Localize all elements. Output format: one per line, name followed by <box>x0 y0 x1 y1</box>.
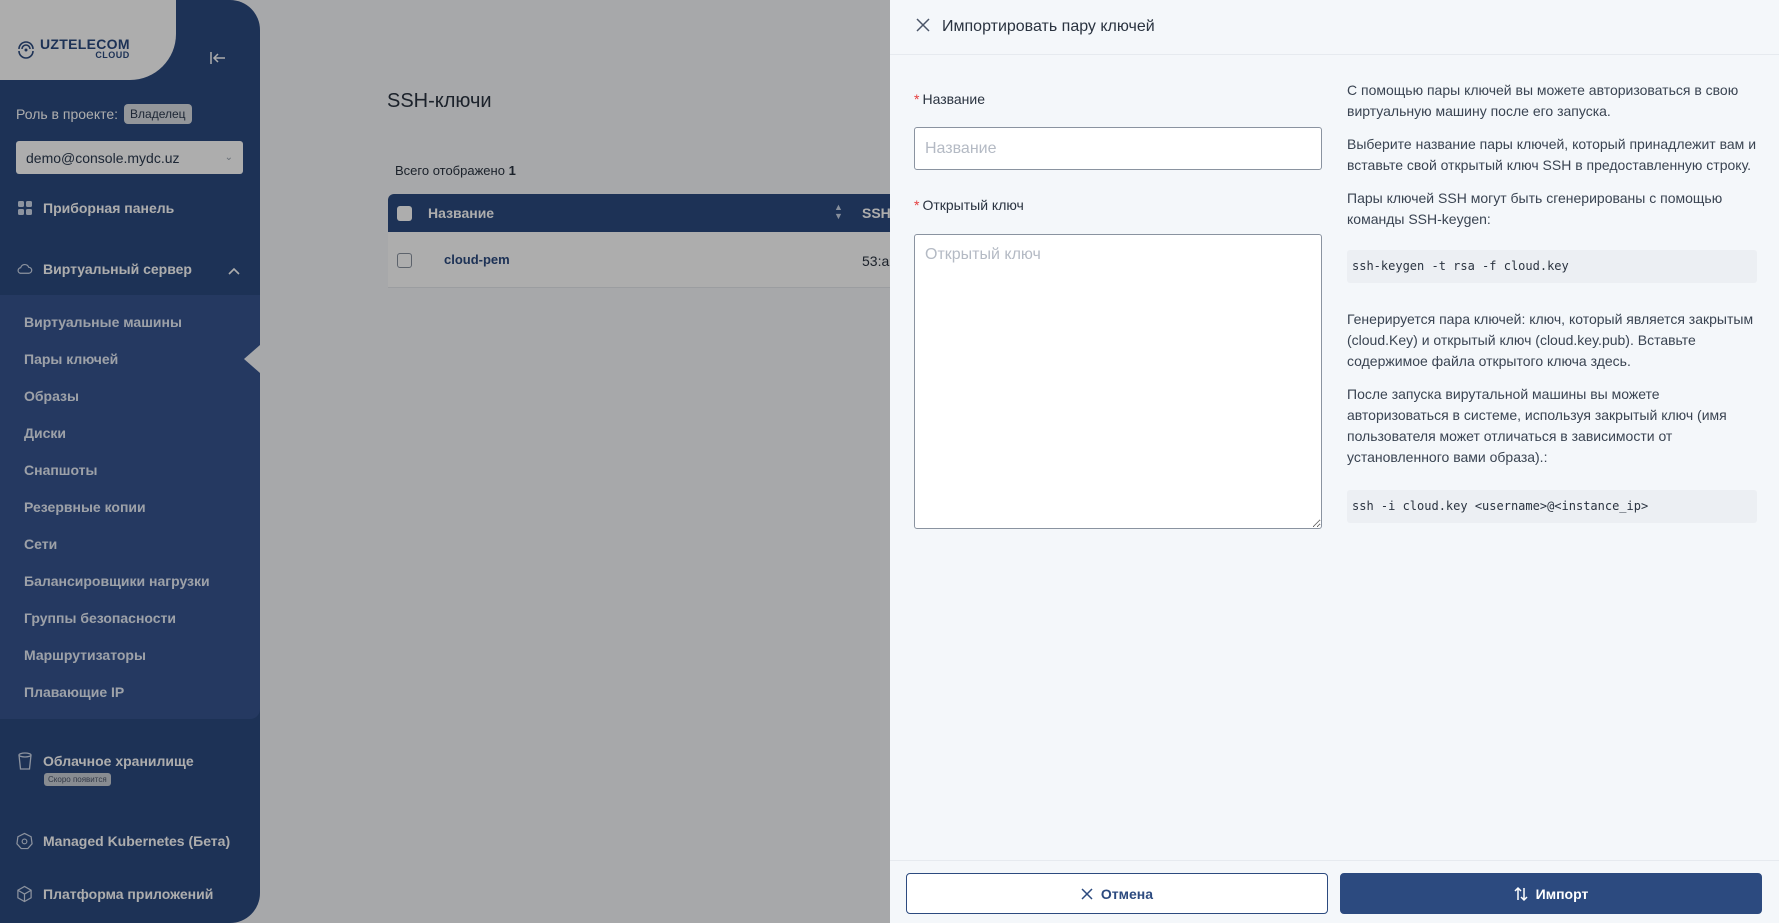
cancel-button-label: Отмена <box>1100 885 1154 902</box>
drawer-footer: Отмена Импорт <box>890 860 1779 923</box>
key-label-text: Открытый ключ <box>922 197 1024 213</box>
help-paragraph: После запуска вирутальной машины вы може… <box>1347 386 1727 465</box>
close-icon[interactable] <box>914 17 932 35</box>
code-snippet: ssh -i cloud.key <username>@<instance_ip… <box>1347 490 1757 523</box>
help-paragraph: Пары ключей SSH могут быть сгенерированы… <box>1347 190 1723 227</box>
import-button-label: Импорт <box>1535 885 1589 902</box>
import-button[interactable]: Импорт <box>1340 873 1762 914</box>
required-marker: * <box>914 91 920 107</box>
public-key-textarea[interactable] <box>914 234 1322 529</box>
drawer-title: Импортировать пару ключей <box>942 18 1155 35</box>
code-snippet: ssh-keygen -t rsa -f cloud.key <box>1347 250 1757 283</box>
help-text: С помощью пары ключей вы можете авторизо… <box>1347 80 1757 549</box>
help-paragraph: С помощью пары ключей вы можете авторизо… <box>1347 82 1739 119</box>
name-label-text: Название <box>922 91 986 107</box>
import-icon <box>1514 886 1528 901</box>
drawer-header: Импортировать пару ключей <box>890 0 1779 55</box>
import-keypair-drawer: Импортировать пару ключей *Название *Отк… <box>890 0 1779 923</box>
help-paragraph: Выберите название пары ключей, который п… <box>1347 136 1757 173</box>
cancel-button[interactable]: Отмена <box>906 873 1328 914</box>
key-field-label: * Открытый ключ <box>914 197 1024 213</box>
close-icon <box>1081 887 1093 900</box>
help-paragraph: Генерируется пара ключей: ключ, который … <box>1347 311 1754 369</box>
required-marker: * <box>914 197 920 213</box>
name-field-label: * Название <box>914 91 985 107</box>
name-input[interactable] <box>914 127 1322 170</box>
